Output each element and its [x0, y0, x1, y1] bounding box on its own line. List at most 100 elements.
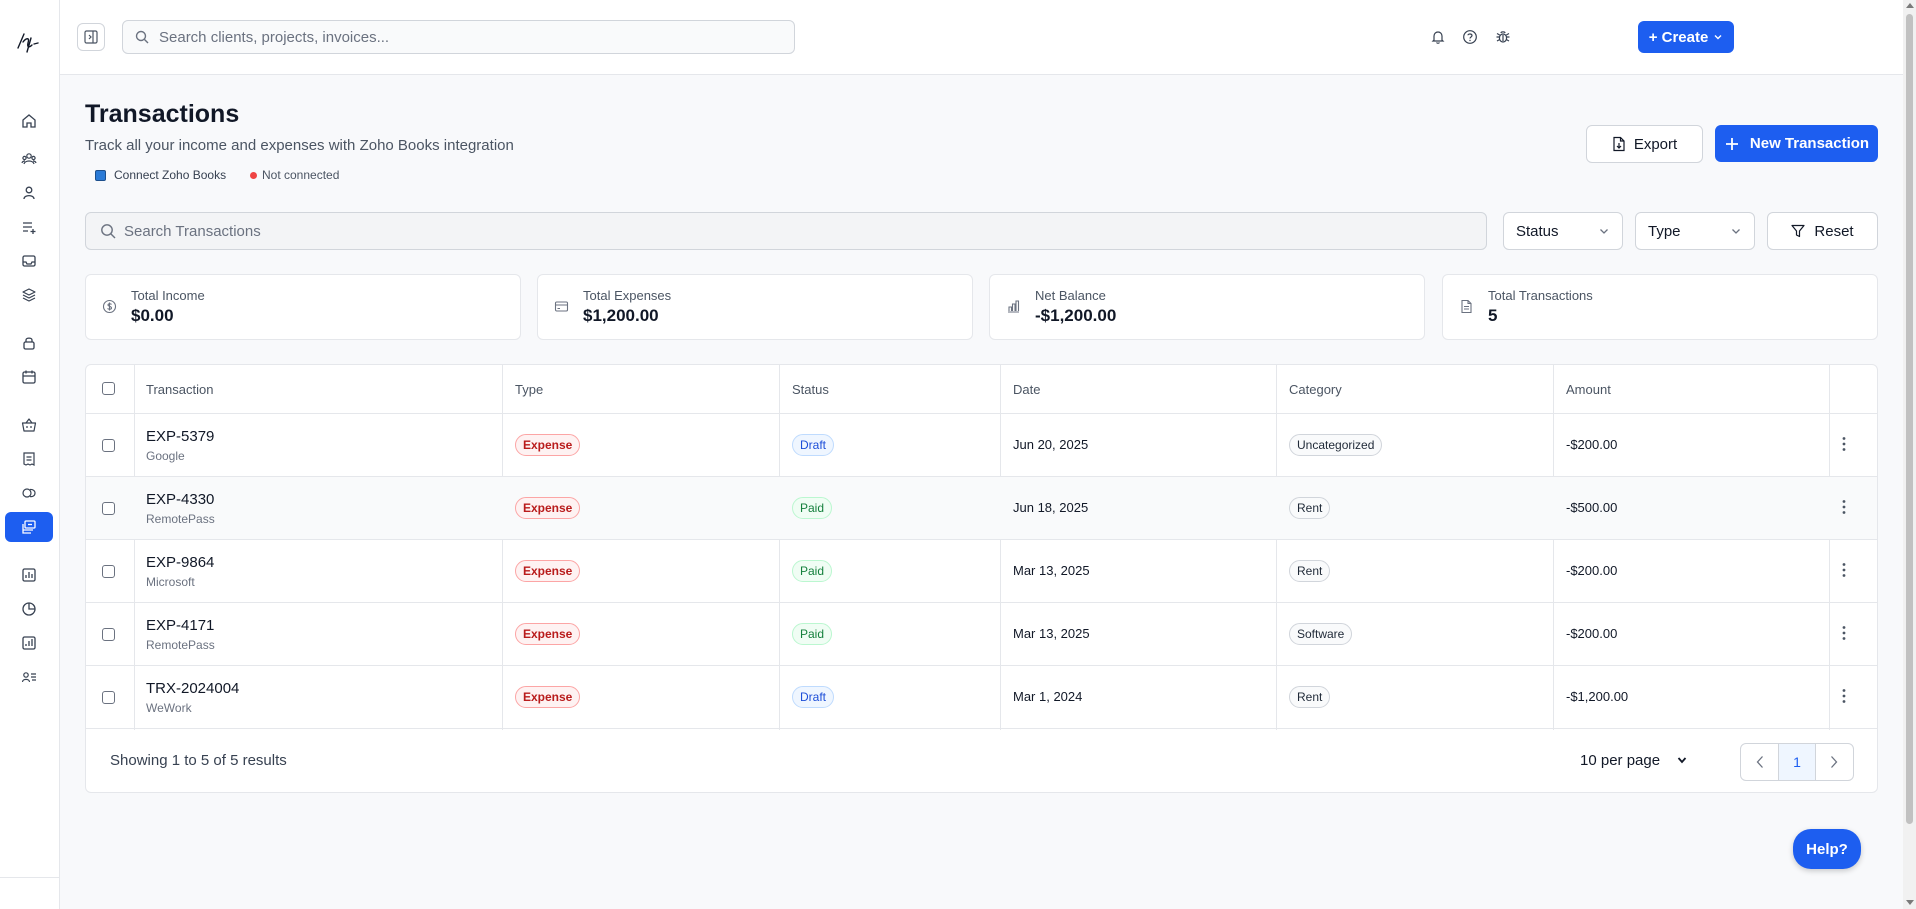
calendar-icon: [21, 369, 37, 385]
row-actions-icon[interactable]: [1842, 688, 1846, 704]
per-page-select[interactable]: 10 per page: [1574, 743, 1694, 777]
transaction-party: WeWork: [146, 701, 192, 715]
sidebar-item-payments[interactable]: [5, 478, 53, 508]
sidebar-item-contacts[interactable]: [5, 178, 53, 208]
plus-icon: [1724, 136, 1740, 152]
chevron-down-icon: [1730, 225, 1742, 237]
table-row[interactable]: TRX-2024004 WeWork Expense Draft Mar 1, …: [86, 666, 1877, 729]
page-number-button[interactable]: 1: [1778, 744, 1816, 780]
column-header-date[interactable]: Date: [1013, 382, 1040, 397]
sidebar-item-invoices[interactable]: [5, 444, 53, 474]
pagination: 1: [1740, 743, 1854, 781]
select-all-checkbox[interactable]: [102, 382, 115, 395]
row-checkbox[interactable]: [102, 628, 115, 641]
bar-chart-box-icon: [21, 635, 37, 651]
transactions-table: Transaction Type Status Date Category Am…: [85, 364, 1878, 793]
row-actions-icon[interactable]: [1842, 562, 1846, 578]
table-row[interactable]: EXP-4330 RemotePass Expense Paid Jun 18,…: [86, 477, 1877, 540]
row-checkbox[interactable]: [102, 565, 115, 578]
transaction-id[interactable]: EXP-4330: [146, 491, 214, 508]
table-row[interactable]: EXP-9864 Microsoft Expense Paid Mar 13, …: [86, 540, 1877, 603]
type-filter[interactable]: Type: [1635, 212, 1755, 250]
export-button[interactable]: Export: [1586, 125, 1703, 163]
global-search[interactable]: [122, 20, 795, 54]
transaction-id[interactable]: EXP-5379: [146, 428, 214, 445]
previous-page-button[interactable]: [1741, 744, 1778, 780]
status-filter-label: Status: [1516, 222, 1559, 240]
sidebar-item-calendar[interactable]: [5, 362, 53, 392]
type-badge: Expense: [515, 560, 581, 582]
sidebar-item-team[interactable]: [5, 662, 53, 692]
type-filter-label: Type: [1648, 222, 1681, 240]
scroll-thumb[interactable]: [1906, 14, 1913, 824]
coins-icon: [21, 485, 37, 501]
sidebar-item-inbox[interactable]: [5, 246, 53, 276]
table-row[interactable]: EXP-4171 RemotePass Expense Paid Mar 13,…: [86, 603, 1877, 666]
zoho-connection-status: Not connected: [250, 168, 339, 182]
type-badge: Expense: [515, 434, 581, 456]
page-title: Transactions: [85, 100, 240, 128]
transactions-search-input[interactable]: [124, 222, 1424, 240]
sidebar-item-home[interactable]: [5, 106, 53, 136]
table-row[interactable]: EXP-5379 Google Expense Draft Jun 20, 20…: [86, 414, 1877, 477]
dollar-circle-icon: [102, 299, 117, 314]
transaction-amount: -$200.00: [1566, 563, 1618, 578]
new-transaction-button[interactable]: New Transaction: [1715, 125, 1878, 162]
row-checkbox[interactable]: [102, 502, 115, 515]
chevron-right-icon: [1829, 755, 1839, 769]
row-actions-icon[interactable]: [1842, 436, 1846, 452]
chevron-down-icon: [1713, 32, 1723, 42]
sidebar-item-reports[interactable]: [5, 560, 53, 590]
type-badge: Expense: [515, 686, 581, 708]
bug-icon: [1495, 29, 1511, 45]
sidebar-item-transactions[interactable]: [5, 512, 53, 542]
sidebar-item-statistics[interactable]: [5, 628, 53, 658]
transaction-id[interactable]: EXP-4171: [146, 617, 214, 634]
scroll-up-icon[interactable]: [1906, 3, 1914, 8]
row-checkbox[interactable]: [102, 439, 115, 452]
transaction-id[interactable]: EXP-9864: [146, 554, 214, 571]
next-page-button[interactable]: [1816, 744, 1853, 780]
help-button[interactable]: Help?: [1793, 829, 1861, 869]
sidebar-item-store[interactable]: [5, 410, 53, 440]
transaction-party: Microsoft: [146, 575, 195, 589]
status-filter[interactable]: Status: [1503, 212, 1623, 250]
status-badge: Draft: [792, 434, 835, 456]
column-header-type[interactable]: Type: [515, 382, 543, 397]
column-header-status[interactable]: Status: [792, 382, 829, 397]
transaction-party: RemotePass: [146, 512, 215, 526]
sidebar-item-projects[interactable]: [5, 280, 53, 310]
row-actions-icon[interactable]: [1842, 499, 1846, 515]
column-header-transaction[interactable]: Transaction: [146, 382, 213, 397]
transactions-search[interactable]: [85, 212, 1487, 250]
column-header-amount[interactable]: Amount: [1566, 382, 1611, 397]
user-icon: [21, 185, 37, 201]
sidebar-item-clients[interactable]: [5, 144, 53, 174]
sidebar-toggle-button[interactable]: [77, 23, 105, 51]
stat-total-income: Total Income $0.00: [85, 274, 521, 340]
page-scrollbar[interactable]: [1903, 0, 1916, 909]
row-checkbox[interactable]: [102, 691, 115, 704]
credit-card-icon: [554, 299, 569, 314]
help-center-button[interactable]: [1459, 26, 1481, 48]
transaction-date: Jun 18, 2025: [1013, 500, 1089, 515]
sidebar-item-vault[interactable]: [5, 328, 53, 358]
global-search-input[interactable]: [159, 28, 759, 46]
transaction-date: Jun 20, 2025: [1013, 437, 1089, 452]
connect-zoho-button[interactable]: Connect Zoho Books: [95, 168, 226, 182]
row-actions-icon[interactable]: [1842, 625, 1846, 641]
scroll-down-icon[interactable]: [1906, 900, 1914, 905]
per-page-label: 10 per page: [1580, 751, 1661, 769]
sidebar-item-tasks[interactable]: [5, 212, 53, 242]
transaction-id[interactable]: TRX-2024004: [146, 680, 239, 697]
report-bug-button[interactable]: [1492, 26, 1514, 48]
sidebar-item-analytics[interactable]: [5, 594, 53, 624]
column-header-category[interactable]: Category: [1289, 382, 1342, 397]
create-button-label: + Create: [1648, 28, 1709, 46]
notifications-button[interactable]: [1427, 26, 1449, 48]
create-button[interactable]: + Create: [1638, 21, 1734, 53]
type-badge: Expense: [515, 623, 581, 645]
reset-filters-button[interactable]: Reset: [1767, 212, 1878, 250]
search-icon: [135, 30, 149, 44]
app-logo[interactable]: [14, 28, 44, 56]
